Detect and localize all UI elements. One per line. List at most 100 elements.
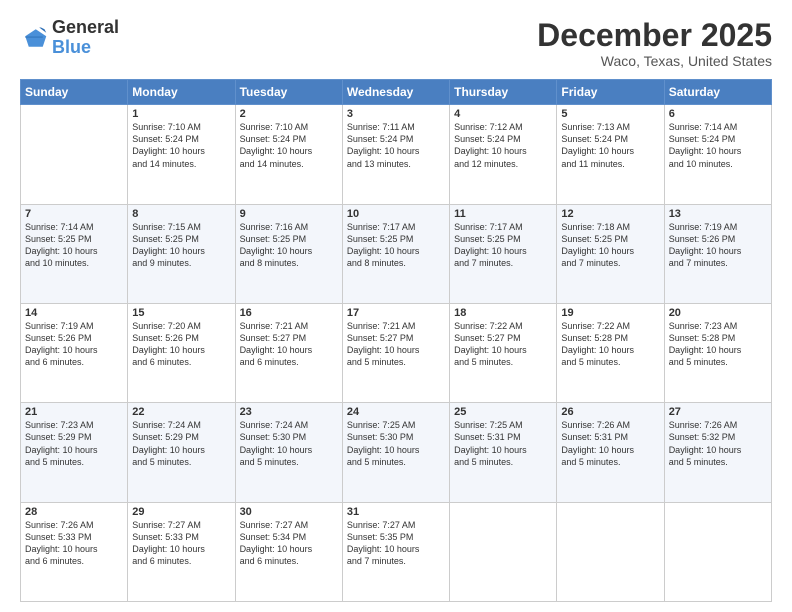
calendar-cell: 7Sunrise: 7:14 AM Sunset: 5:25 PM Daylig… <box>21 204 128 303</box>
calendar-cell: 11Sunrise: 7:17 AM Sunset: 5:25 PM Dayli… <box>450 204 557 303</box>
day-number: 26 <box>561 406 659 418</box>
calendar-cell: 10Sunrise: 7:17 AM Sunset: 5:25 PM Dayli… <box>342 204 449 303</box>
title-block: December 2025 Waco, Texas, United States <box>537 18 772 69</box>
day-number: 3 <box>347 108 445 120</box>
weekday-header-row: SundayMondayTuesdayWednesdayThursdayFrid… <box>21 80 772 105</box>
day-number: 18 <box>454 307 552 319</box>
day-number: 24 <box>347 406 445 418</box>
day-number: 28 <box>25 506 123 518</box>
day-info: Sunrise: 7:26 AM Sunset: 5:31 PM Dayligh… <box>561 419 659 468</box>
day-info: Sunrise: 7:11 AM Sunset: 5:24 PM Dayligh… <box>347 121 445 170</box>
calendar-cell: 20Sunrise: 7:23 AM Sunset: 5:28 PM Dayli… <box>664 303 771 402</box>
day-info: Sunrise: 7:24 AM Sunset: 5:30 PM Dayligh… <box>240 419 338 468</box>
calendar-cell: 18Sunrise: 7:22 AM Sunset: 5:27 PM Dayli… <box>450 303 557 402</box>
day-number: 19 <box>561 307 659 319</box>
calendar-cell: 8Sunrise: 7:15 AM Sunset: 5:25 PM Daylig… <box>128 204 235 303</box>
calendar-cell: 3Sunrise: 7:11 AM Sunset: 5:24 PM Daylig… <box>342 105 449 204</box>
day-info: Sunrise: 7:20 AM Sunset: 5:26 PM Dayligh… <box>132 320 230 369</box>
day-info: Sunrise: 7:27 AM Sunset: 5:34 PM Dayligh… <box>240 519 338 568</box>
day-info: Sunrise: 7:21 AM Sunset: 5:27 PM Dayligh… <box>240 320 338 369</box>
calendar-week-row: 1Sunrise: 7:10 AM Sunset: 5:24 PM Daylig… <box>21 105 772 204</box>
calendar-cell: 14Sunrise: 7:19 AM Sunset: 5:26 PM Dayli… <box>21 303 128 402</box>
calendar-cell: 23Sunrise: 7:24 AM Sunset: 5:30 PM Dayli… <box>235 403 342 502</box>
calendar-week-row: 21Sunrise: 7:23 AM Sunset: 5:29 PM Dayli… <box>21 403 772 502</box>
weekday-header-monday: Monday <box>128 80 235 105</box>
day-info: Sunrise: 7:19 AM Sunset: 5:26 PM Dayligh… <box>25 320 123 369</box>
day-number: 8 <box>132 208 230 220</box>
calendar-cell: 26Sunrise: 7:26 AM Sunset: 5:31 PM Dayli… <box>557 403 664 502</box>
weekday-header-thursday: Thursday <box>450 80 557 105</box>
day-info: Sunrise: 7:10 AM Sunset: 5:24 PM Dayligh… <box>132 121 230 170</box>
day-number: 10 <box>347 208 445 220</box>
day-info: Sunrise: 7:18 AM Sunset: 5:25 PM Dayligh… <box>561 221 659 270</box>
calendar-cell: 21Sunrise: 7:23 AM Sunset: 5:29 PM Dayli… <box>21 403 128 502</box>
day-number: 15 <box>132 307 230 319</box>
day-number: 22 <box>132 406 230 418</box>
day-number: 17 <box>347 307 445 319</box>
weekday-header-wednesday: Wednesday <box>342 80 449 105</box>
calendar-cell: 9Sunrise: 7:16 AM Sunset: 5:25 PM Daylig… <box>235 204 342 303</box>
day-number: 13 <box>669 208 767 220</box>
day-info: Sunrise: 7:23 AM Sunset: 5:29 PM Dayligh… <box>25 419 123 468</box>
day-number: 6 <box>669 108 767 120</box>
day-info: Sunrise: 7:17 AM Sunset: 5:25 PM Dayligh… <box>454 221 552 270</box>
day-number: 21 <box>25 406 123 418</box>
calendar-cell <box>664 502 771 601</box>
day-number: 11 <box>454 208 552 220</box>
day-info: Sunrise: 7:26 AM Sunset: 5:33 PM Dayligh… <box>25 519 123 568</box>
day-number: 2 <box>240 108 338 120</box>
day-info: Sunrise: 7:22 AM Sunset: 5:27 PM Dayligh… <box>454 320 552 369</box>
header: General Blue December 2025 Waco, Texas, … <box>20 18 772 69</box>
calendar-cell: 16Sunrise: 7:21 AM Sunset: 5:27 PM Dayli… <box>235 303 342 402</box>
day-info: Sunrise: 7:24 AM Sunset: 5:29 PM Dayligh… <box>132 419 230 468</box>
day-number: 31 <box>347 506 445 518</box>
calendar-cell: 22Sunrise: 7:24 AM Sunset: 5:29 PM Dayli… <box>128 403 235 502</box>
day-info: Sunrise: 7:17 AM Sunset: 5:25 PM Dayligh… <box>347 221 445 270</box>
calendar-week-row: 14Sunrise: 7:19 AM Sunset: 5:26 PM Dayli… <box>21 303 772 402</box>
calendar-week-row: 28Sunrise: 7:26 AM Sunset: 5:33 PM Dayli… <box>21 502 772 601</box>
calendar-cell: 2Sunrise: 7:10 AM Sunset: 5:24 PM Daylig… <box>235 105 342 204</box>
day-number: 25 <box>454 406 552 418</box>
calendar-cell <box>21 105 128 204</box>
day-number: 7 <box>25 208 123 220</box>
page: General Blue December 2025 Waco, Texas, … <box>0 0 792 612</box>
day-number: 4 <box>454 108 552 120</box>
calendar-cell: 6Sunrise: 7:14 AM Sunset: 5:24 PM Daylig… <box>664 105 771 204</box>
day-number: 12 <box>561 208 659 220</box>
logo-name: General Blue <box>52 18 119 58</box>
day-number: 30 <box>240 506 338 518</box>
calendar-cell: 27Sunrise: 7:26 AM Sunset: 5:32 PM Dayli… <box>664 403 771 502</box>
calendar-cell: 31Sunrise: 7:27 AM Sunset: 5:35 PM Dayli… <box>342 502 449 601</box>
calendar-week-row: 7Sunrise: 7:14 AM Sunset: 5:25 PM Daylig… <box>21 204 772 303</box>
day-number: 1 <box>132 108 230 120</box>
calendar-cell: 12Sunrise: 7:18 AM Sunset: 5:25 PM Dayli… <box>557 204 664 303</box>
day-info: Sunrise: 7:26 AM Sunset: 5:32 PM Dayligh… <box>669 419 767 468</box>
day-info: Sunrise: 7:23 AM Sunset: 5:28 PM Dayligh… <box>669 320 767 369</box>
day-number: 14 <box>25 307 123 319</box>
day-info: Sunrise: 7:27 AM Sunset: 5:33 PM Dayligh… <box>132 519 230 568</box>
weekday-header-saturday: Saturday <box>664 80 771 105</box>
logo-icon <box>20 24 48 52</box>
day-info: Sunrise: 7:25 AM Sunset: 5:31 PM Dayligh… <box>454 419 552 468</box>
day-info: Sunrise: 7:14 AM Sunset: 5:25 PM Dayligh… <box>25 221 123 270</box>
calendar-cell: 4Sunrise: 7:12 AM Sunset: 5:24 PM Daylig… <box>450 105 557 204</box>
calendar-cell: 28Sunrise: 7:26 AM Sunset: 5:33 PM Dayli… <box>21 502 128 601</box>
calendar-cell: 19Sunrise: 7:22 AM Sunset: 5:28 PM Dayli… <box>557 303 664 402</box>
day-number: 5 <box>561 108 659 120</box>
day-number: 20 <box>669 307 767 319</box>
calendar-cell: 17Sunrise: 7:21 AM Sunset: 5:27 PM Dayli… <box>342 303 449 402</box>
calendar-table: SundayMondayTuesdayWednesdayThursdayFrid… <box>20 79 772 602</box>
day-number: 27 <box>669 406 767 418</box>
day-number: 29 <box>132 506 230 518</box>
calendar-cell: 30Sunrise: 7:27 AM Sunset: 5:34 PM Dayli… <box>235 502 342 601</box>
calendar-cell: 13Sunrise: 7:19 AM Sunset: 5:26 PM Dayli… <box>664 204 771 303</box>
day-info: Sunrise: 7:10 AM Sunset: 5:24 PM Dayligh… <box>240 121 338 170</box>
day-number: 16 <box>240 307 338 319</box>
calendar-cell <box>450 502 557 601</box>
calendar-cell: 25Sunrise: 7:25 AM Sunset: 5:31 PM Dayli… <box>450 403 557 502</box>
day-number: 23 <box>240 406 338 418</box>
calendar-cell: 24Sunrise: 7:25 AM Sunset: 5:30 PM Dayli… <box>342 403 449 502</box>
month-title: December 2025 <box>537 18 772 53</box>
calendar-cell: 5Sunrise: 7:13 AM Sunset: 5:24 PM Daylig… <box>557 105 664 204</box>
day-info: Sunrise: 7:15 AM Sunset: 5:25 PM Dayligh… <box>132 221 230 270</box>
